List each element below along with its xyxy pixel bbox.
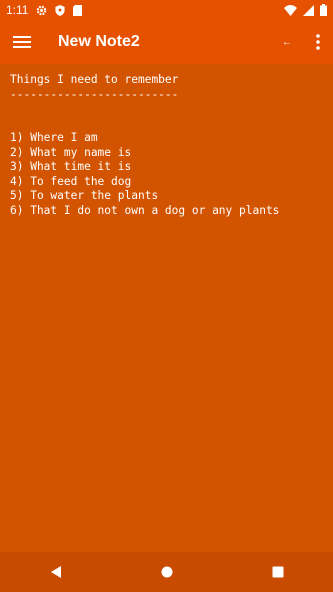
note-title: New Note2 [58, 33, 140, 50]
note-editor[interactable]: Things I need to remember --------------… [0, 64, 333, 552]
note-line: 3) What time it is [10, 160, 132, 173]
status-bar: 1:11 [0, 0, 333, 20]
shield-icon [55, 4, 66, 16]
note-line: 2) What my name is [10, 145, 132, 159]
cellular-icon [303, 4, 314, 16]
note-line: 6) That I do not own a dog or any plants [10, 203, 280, 217]
hamburger-menu-icon[interactable] [0, 20, 44, 64]
battery-icon [320, 4, 327, 16]
overflow-menu-icon[interactable] [303, 20, 333, 64]
navigation-bar [0, 552, 333, 592]
note-line: 5) To water the plants [10, 189, 159, 202]
gear-icon [36, 5, 47, 16]
note-line: 4) To feed the dog [10, 174, 132, 188]
recents-icon[interactable] [258, 552, 298, 592]
home-icon[interactable] [147, 552, 187, 592]
note-line: Things I need to remember [10, 73, 179, 86]
sd-card-icon [73, 4, 83, 16]
note-line: 1) Where I am [10, 131, 98, 144]
note-line [10, 102, 323, 117]
back-icon[interactable] [36, 552, 76, 592]
app-bar: New Note2 ← [0, 20, 333, 64]
note-line [10, 117, 323, 132]
wifi-icon [284, 4, 297, 16]
note-line: ------------------------- [10, 87, 179, 101]
undo-arrow-icon[interactable]: ← [271, 20, 303, 64]
status-time: 1:11 [6, 3, 29, 17]
